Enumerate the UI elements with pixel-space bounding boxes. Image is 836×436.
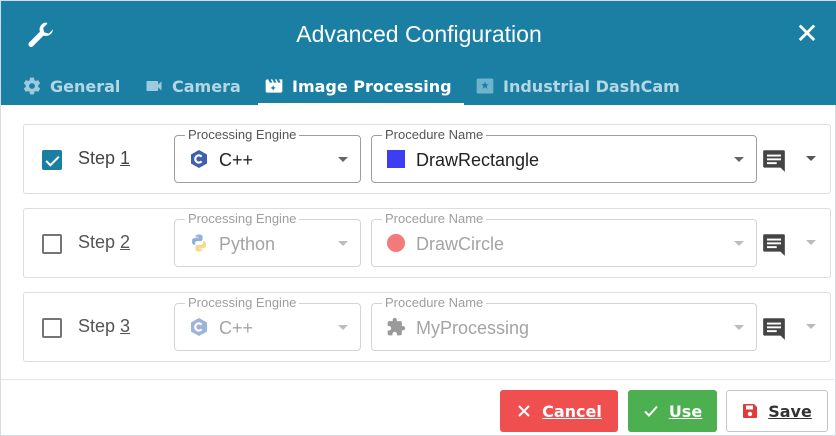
step-row-2: Step 2 Processing Engine Python Procedur… <box>23 208 831 278</box>
tab-bar: General Camera Image Processing Industri… <box>1 67 836 105</box>
step-3-comment-icon[interactable] <box>761 315 787 341</box>
check-icon <box>644 405 658 417</box>
cpp-icon <box>191 318 207 336</box>
chevron-down-icon <box>338 241 348 246</box>
step-3-label: Step 3 <box>78 316 131 336</box>
step-1-procedure-name-select[interactable]: Procedure Name DrawRectangle <box>371 127 757 183</box>
blue-square-icon <box>387 150 405 168</box>
close-icon <box>518 405 530 417</box>
step-3-procedure-name-select[interactable]: Procedure Name MyProcessing <box>371 295 757 351</box>
dashcam-icon <box>476 78 494 94</box>
clapperboard-icon <box>265 79 283 93</box>
save-button-label: Save <box>768 401 812 421</box>
cancel-button-label: Cancel <box>542 401 602 421</box>
tab-camera-label: Camera <box>172 76 241 96</box>
tab-image-processing-label: Image Processing <box>292 76 452 96</box>
advanced-configuration-dialog: Advanced Configuration ✕ General Camera … <box>0 0 836 436</box>
processing-engine-legend: Processing Engine <box>185 127 300 142</box>
tab-general-label: General <box>50 76 121 96</box>
step-1-comment-menu-chevron-icon[interactable] <box>806 156 816 161</box>
step-1-processing-engine-select[interactable]: Processing Engine C++ <box>174 127 361 183</box>
step-3-checkbox[interactable] <box>42 318 62 338</box>
dialog-title: Advanced Configuration <box>296 21 542 47</box>
step-1-procedure-value: DrawRectangle <box>416 150 540 170</box>
step-3-processing-engine-select[interactable]: Processing Engine C++ <box>174 295 361 351</box>
step-2-comment-menu-chevron-icon[interactable] <box>806 240 816 245</box>
processing-engine-legend: Processing Engine <box>185 211 300 226</box>
step-1-engine-value: C++ <box>219 150 254 170</box>
floppy-disk-icon <box>743 404 758 418</box>
procedure-name-legend: Procedure Name <box>382 211 487 226</box>
cpp-icon <box>191 150 207 168</box>
tab-industrial-dashcam[interactable]: Industrial DashCam <box>474 67 680 105</box>
step-1-comment-icon[interactable] <box>761 147 787 173</box>
chevron-down-icon <box>338 325 348 330</box>
use-button[interactable]: Use <box>628 390 717 432</box>
chevron-down-icon <box>338 157 348 162</box>
step-2-procedure-name-select[interactable]: Procedure Name DrawCircle <box>371 211 757 267</box>
processing-engine-legend: Processing Engine <box>185 295 300 310</box>
close-icon[interactable]: ✕ <box>791 18 823 50</box>
footer-divider <box>1 379 836 380</box>
chevron-down-icon <box>734 157 744 162</box>
step-1-checkbox[interactable] <box>42 150 62 170</box>
gear-icon <box>23 77 41 95</box>
tab-image-processing[interactable]: Image Processing <box>263 67 452 105</box>
tab-industrial-dashcam-label: Industrial DashCam <box>503 76 680 96</box>
use-button-label: Use <box>668 401 703 421</box>
active-tab-indicator <box>258 103 464 106</box>
save-button[interactable]: Save <box>726 390 828 432</box>
step-2-processing-engine-select[interactable]: Processing Engine Python <box>174 211 361 267</box>
chevron-down-icon <box>734 325 744 330</box>
step-row-1: Step 1 Processing Engine C++ Procedure N… <box>23 124 831 194</box>
python-icon <box>192 234 206 252</box>
step-3-procedure-value: MyProcessing <box>416 318 530 338</box>
title-bar: Advanced Configuration ✕ <box>1 1 836 67</box>
chevron-down-icon <box>734 241 744 246</box>
step-2-comment-icon[interactable] <box>761 231 787 257</box>
red-circle-icon <box>387 234 405 252</box>
step-2-checkbox[interactable] <box>42 234 62 254</box>
cancel-button[interactable]: Cancel <box>500 390 618 432</box>
step-3-comment-menu-chevron-icon[interactable] <box>806 324 816 329</box>
step-2-engine-value: Python <box>219 234 276 254</box>
step-3-engine-value: C++ <box>219 318 254 338</box>
tab-camera[interactable]: Camera <box>143 67 241 105</box>
step-row-3: Step 3 Processing Engine C++ Procedure N… <box>23 292 831 362</box>
step-2-procedure-value: DrawCircle <box>416 234 505 254</box>
step-1-label: Step 1 <box>78 148 131 168</box>
procedure-name-legend: Procedure Name <box>382 127 487 142</box>
step-2-label: Step 2 <box>78 232 131 252</box>
procedure-name-legend: Procedure Name <box>382 295 487 310</box>
video-camera-icon <box>146 81 162 91</box>
puzzle-icon <box>387 317 406 336</box>
tab-general[interactable]: General <box>21 67 120 105</box>
